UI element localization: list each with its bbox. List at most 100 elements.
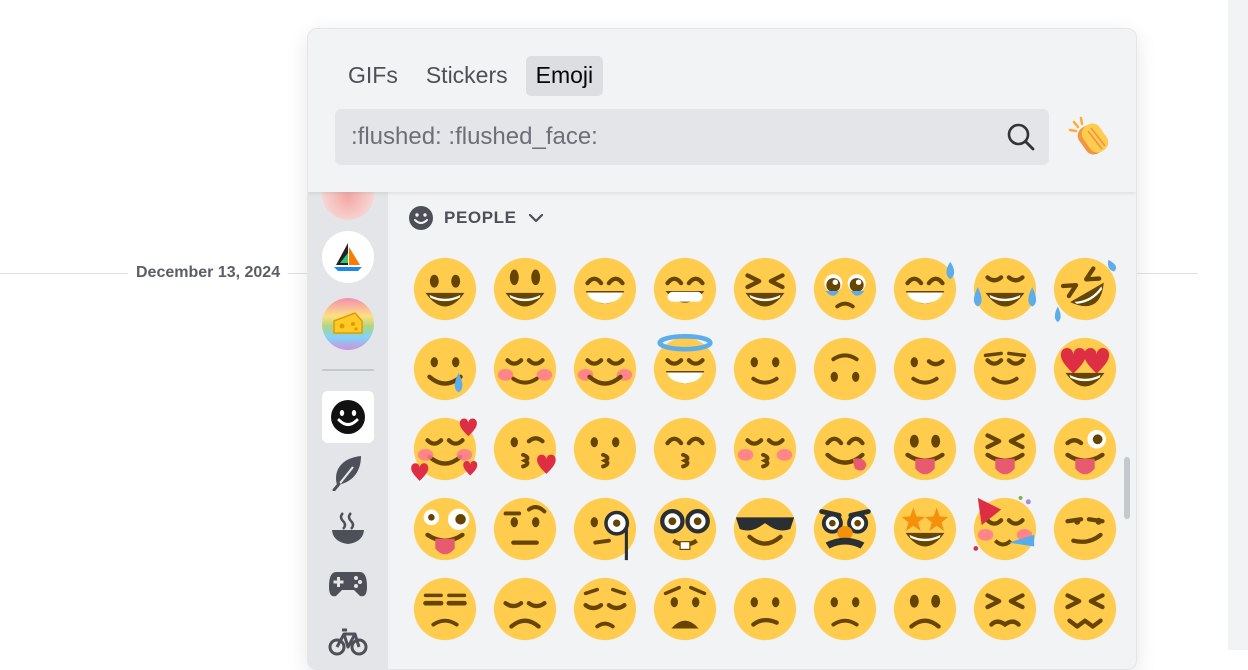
smiley-face-icon bbox=[331, 400, 365, 434]
emoji-wink[interactable] bbox=[885, 329, 965, 409]
picker-header: GIFs Stickers Emoji :flushed: :flushed_f… bbox=[308, 29, 1136, 192]
tab-stickers[interactable]: Stickers bbox=[416, 56, 518, 96]
confused-icon bbox=[733, 577, 797, 641]
chevron-down-icon[interactable] bbox=[527, 209, 545, 227]
emoji-relaxed[interactable] bbox=[565, 329, 645, 409]
picker-tabs: GIFs Stickers Emoji bbox=[338, 56, 604, 96]
emoji-disappointed[interactable] bbox=[485, 569, 565, 649]
clapping-hands-icon[interactable] bbox=[1066, 115, 1112, 161]
emoji-list-scrollbar[interactable] bbox=[1124, 457, 1130, 519]
emoji-pleading-face[interactable] bbox=[805, 249, 885, 329]
frowning2-icon bbox=[893, 577, 957, 641]
server-cheese-rainbow-icon[interactable] bbox=[322, 298, 374, 350]
emoji-heart-eyes[interactable] bbox=[1045, 329, 1125, 409]
category-activities[interactable] bbox=[322, 558, 374, 610]
emoji-kissing-smiling-eyes[interactable] bbox=[645, 409, 725, 489]
emoji-smirk[interactable] bbox=[1045, 489, 1125, 569]
category-travel[interactable] bbox=[322, 614, 374, 666]
heart-eyes-icon bbox=[1053, 337, 1117, 401]
category-people[interactable] bbox=[322, 391, 374, 443]
smiling-face-with-tear-icon bbox=[413, 337, 477, 401]
emoji-confounded[interactable] bbox=[1045, 569, 1125, 649]
emoji-pensive[interactable] bbox=[565, 569, 645, 649]
emoji-upside-down[interactable] bbox=[805, 329, 885, 409]
emoji-smiley[interactable] bbox=[485, 249, 565, 329]
emoji-stuck-out-tongue[interactable] bbox=[885, 409, 965, 489]
emoji-persevere[interactable] bbox=[965, 569, 1045, 649]
emoji-kissing-heart[interactable] bbox=[485, 409, 565, 489]
emoji-relieved[interactable] bbox=[965, 329, 1045, 409]
emoji-smiling-face-with-tear[interactable] bbox=[405, 329, 485, 409]
worried-icon bbox=[653, 577, 717, 641]
emoji-smiling-face-with-3-hearts[interactable] bbox=[405, 409, 485, 489]
sidebar-separator bbox=[322, 369, 374, 371]
category-food[interactable] bbox=[322, 502, 374, 554]
sunglasses-icon bbox=[733, 497, 797, 561]
emoji-innocent[interactable] bbox=[645, 329, 725, 409]
emoji-frowning2[interactable] bbox=[885, 569, 965, 649]
category-nature[interactable] bbox=[322, 446, 374, 498]
emoji-sweat-smile[interactable] bbox=[885, 249, 965, 329]
emoji-unamused[interactable] bbox=[405, 569, 485, 649]
emoji-rofl[interactable] bbox=[1045, 249, 1125, 329]
pleading-face-icon bbox=[813, 257, 877, 321]
emoji-worried[interactable] bbox=[645, 569, 725, 649]
emoji-sunglasses[interactable] bbox=[725, 489, 805, 569]
emoji-slight-frown[interactable] bbox=[805, 569, 885, 649]
section-label: PEOPLE bbox=[444, 208, 517, 227]
cheese-icon bbox=[333, 312, 363, 334]
emoji-stuck-out-tongue-winking-eye[interactable] bbox=[1045, 409, 1125, 489]
emoji-nerd[interactable] bbox=[645, 489, 725, 569]
stuck-out-tongue-winking-eye-icon bbox=[1053, 417, 1117, 481]
star-struck-icon bbox=[893, 497, 957, 561]
people-section-header[interactable]: PEOPLE bbox=[408, 205, 545, 231]
sweat-smile-icon bbox=[893, 257, 957, 321]
tab-gifs[interactable]: GIFs bbox=[338, 56, 408, 96]
slight-frown-icon bbox=[813, 577, 877, 641]
emoji-grin[interactable] bbox=[645, 249, 725, 329]
bicycle-icon bbox=[328, 628, 368, 656]
emoji-category-sidebar bbox=[308, 168, 388, 669]
zany-face-icon bbox=[413, 497, 477, 561]
tab-emoji[interactable]: Emoji bbox=[525, 56, 604, 96]
emoji-kissing[interactable] bbox=[565, 409, 645, 489]
emoji-grinning[interactable] bbox=[405, 249, 485, 329]
emoji-zany-face[interactable] bbox=[405, 489, 485, 569]
search-input-value[interactable]: :flushed: :flushed_face: bbox=[351, 122, 598, 152]
emoji-joy[interactable] bbox=[965, 249, 1045, 329]
smiling-face-with-3-hearts-icon bbox=[411, 417, 478, 481]
rofl-icon bbox=[1053, 257, 1117, 323]
search-icon[interactable] bbox=[1005, 121, 1037, 153]
kissing-smiling-eyes-icon bbox=[653, 417, 717, 481]
confounded-icon bbox=[1053, 577, 1117, 641]
emoji-picker: GIFs Stickers Emoji :flushed: :flushed_f… bbox=[307, 28, 1137, 670]
emoji-face-with-monocle[interactable] bbox=[565, 489, 645, 569]
wink-icon bbox=[893, 337, 957, 401]
emoji-star-struck[interactable] bbox=[885, 489, 965, 569]
emoji-slight-smile[interactable] bbox=[725, 329, 805, 409]
emoji-partying-face[interactable] bbox=[965, 489, 1045, 569]
stuck-out-tongue-icon bbox=[893, 417, 957, 481]
emoji-stuck-out-tongue-closed-eyes[interactable] bbox=[965, 409, 1045, 489]
kissing-closed-eyes-icon bbox=[733, 417, 797, 481]
smile-icon bbox=[573, 257, 637, 321]
emoji-yum[interactable] bbox=[805, 409, 885, 489]
emoji-blush-hands[interactable] bbox=[485, 329, 565, 409]
emoji-confused[interactable] bbox=[725, 569, 805, 649]
emoji-kissing-closed-eyes[interactable] bbox=[725, 409, 805, 489]
laughing-icon bbox=[733, 257, 797, 321]
food-bowl-icon bbox=[332, 512, 364, 544]
server-sailboat-icon[interactable] bbox=[322, 231, 374, 283]
unamused-icon bbox=[413, 577, 477, 641]
emoji-face-with-raised-eyebrow[interactable] bbox=[485, 489, 565, 569]
emoji-smile[interactable] bbox=[565, 249, 645, 329]
slight-smile-icon bbox=[733, 337, 797, 401]
face-with-monocle-icon bbox=[573, 497, 637, 561]
emoji-disguised-face[interactable] bbox=[805, 489, 885, 569]
emoji-laughing[interactable] bbox=[725, 249, 805, 329]
kissing-heart-icon bbox=[493, 417, 557, 481]
nerd-icon bbox=[653, 497, 717, 561]
grin-icon bbox=[653, 257, 717, 321]
emoji-search-input[interactable]: :flushed: :flushed_face: bbox=[335, 109, 1049, 165]
smiley-icon bbox=[493, 257, 557, 321]
